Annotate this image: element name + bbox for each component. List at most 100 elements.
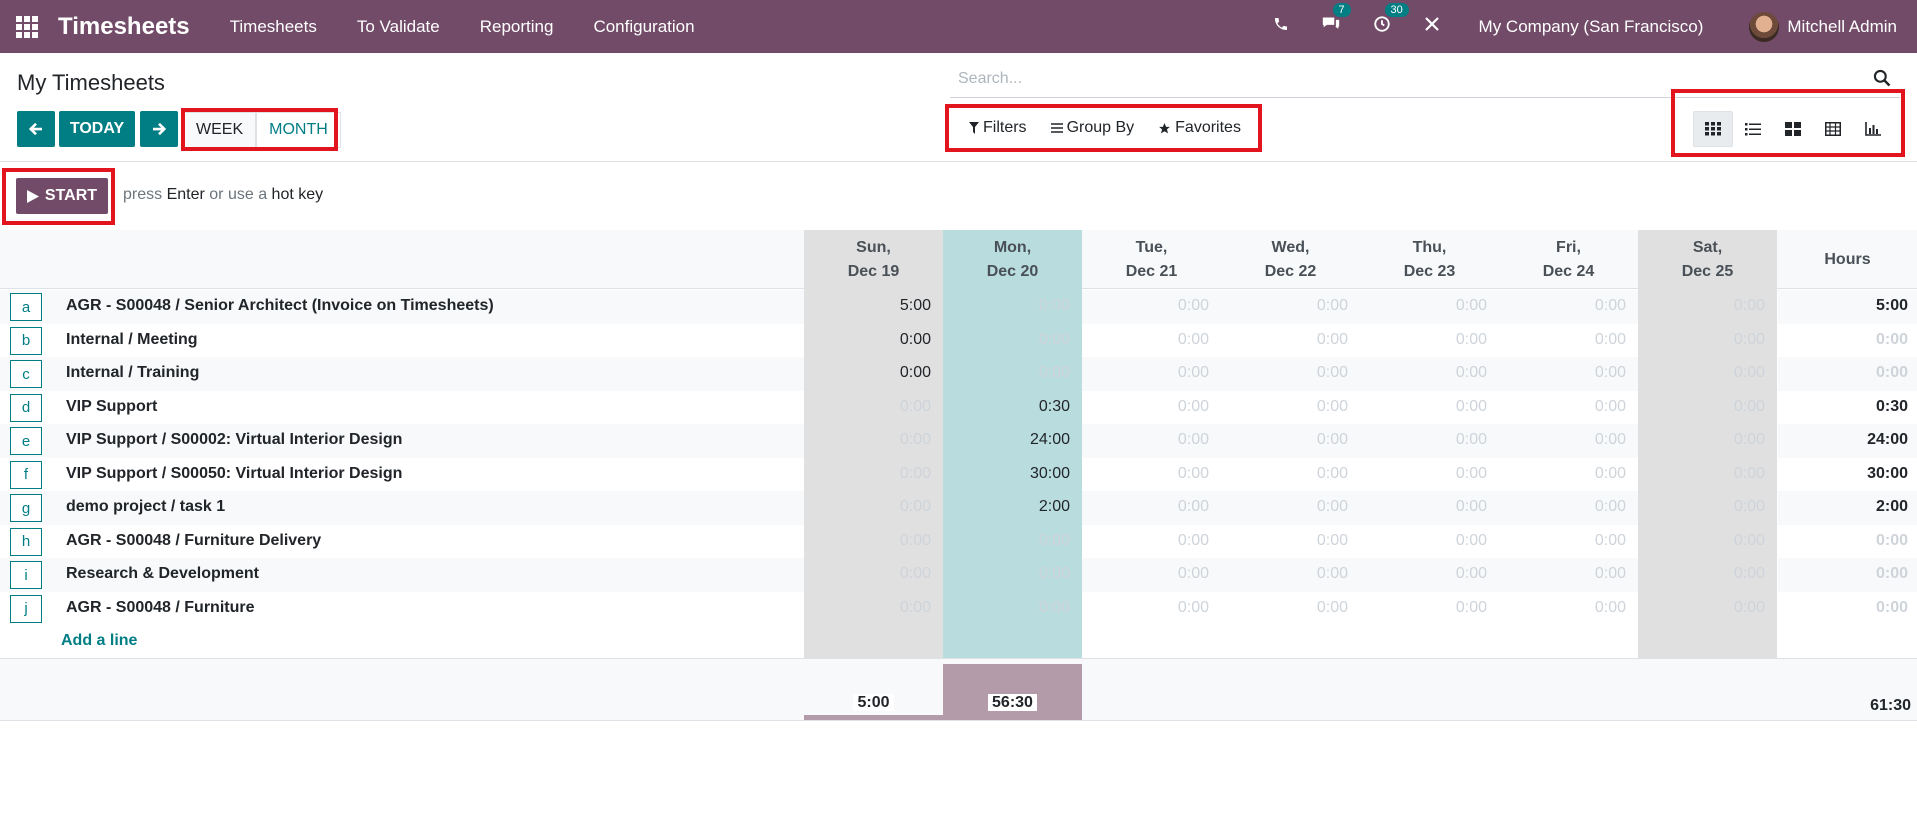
hour-cell[interactable]: 0:00 bbox=[1221, 565, 1348, 583]
hour-cell[interactable]: 0:00 bbox=[804, 532, 931, 550]
hour-cell[interactable]: 0:00 bbox=[943, 331, 1070, 349]
hour-cell[interactable]: 0:00 bbox=[1499, 331, 1626, 349]
hour-cell[interactable]: 0:00 bbox=[1082, 532, 1209, 550]
row-label[interactable]: AGR - S00048 / Furniture Delivery bbox=[66, 532, 321, 550]
hour-cell[interactable]: 0:00 bbox=[1499, 532, 1626, 550]
hour-cell[interactable]: 0:00 bbox=[1082, 297, 1209, 315]
user-avatar[interactable] bbox=[1749, 11, 1780, 42]
menu-reporting[interactable]: Reporting bbox=[460, 17, 574, 37]
hour-cell[interactable]: 0:00 bbox=[804, 364, 931, 382]
hour-cell[interactable]: 0:00 bbox=[1499, 364, 1626, 382]
hour-cell[interactable]: 0:00 bbox=[1221, 431, 1348, 449]
row-hotkey[interactable]: f bbox=[10, 460, 42, 489]
hour-cell[interactable]: 0:00 bbox=[1221, 599, 1348, 617]
menu-to-validate[interactable]: To Validate bbox=[337, 17, 460, 37]
row-hotkey[interactable]: e bbox=[10, 427, 42, 455]
row-hotkey[interactable]: a bbox=[10, 293, 42, 321]
hour-cell[interactable]: 0:00 bbox=[1638, 498, 1765, 516]
hour-cell[interactable]: 0:00 bbox=[1638, 431, 1765, 449]
hour-cell[interactable]: 0:00 bbox=[1360, 398, 1487, 416]
hour-cell[interactable]: 0:00 bbox=[1638, 465, 1765, 483]
add-line-link[interactable]: Add a line bbox=[61, 632, 137, 650]
hour-cell[interactable]: 5:00 bbox=[804, 297, 931, 315]
hour-cell[interactable]: 0:00 bbox=[943, 532, 1070, 550]
row-label[interactable]: Internal / Training bbox=[66, 364, 199, 382]
row-label[interactable]: VIP Support bbox=[66, 398, 157, 416]
hour-cell[interactable]: 0:00 bbox=[1499, 297, 1626, 315]
hour-cell[interactable]: 0:00 bbox=[1360, 565, 1487, 583]
row-hotkey[interactable]: b bbox=[10, 326, 42, 355]
hour-cell[interactable]: 0:00 bbox=[1499, 599, 1626, 617]
today-button[interactable]: TODAY bbox=[59, 111, 135, 147]
hour-cell[interactable]: 0:00 bbox=[1082, 331, 1209, 349]
hour-cell[interactable]: 30:00 bbox=[943, 465, 1070, 483]
hour-cell[interactable]: 0:00 bbox=[1360, 297, 1487, 315]
hour-cell[interactable]: 0:00 bbox=[1499, 398, 1626, 416]
row-label[interactable]: Internal / Meeting bbox=[66, 331, 198, 349]
messages-icon[interactable]: 7 bbox=[1321, 3, 1351, 38]
hour-cell[interactable]: 0:00 bbox=[943, 364, 1070, 382]
hour-cell[interactable]: 0:00 bbox=[1082, 565, 1209, 583]
hour-cell[interactable]: 0:00 bbox=[943, 599, 1070, 617]
hour-cell[interactable]: 0:00 bbox=[804, 565, 931, 583]
hour-cell[interactable]: 0:00 bbox=[1221, 398, 1348, 416]
hour-cell[interactable]: 0:00 bbox=[1499, 565, 1626, 583]
hour-cell[interactable]: 0:00 bbox=[1499, 465, 1626, 483]
hour-cell[interactable]: 0:00 bbox=[1638, 565, 1765, 583]
hour-cell[interactable]: 0:00 bbox=[1499, 498, 1626, 516]
hour-cell[interactable]: 0:00 bbox=[1360, 532, 1487, 550]
hour-cell[interactable]: 0:00 bbox=[1638, 364, 1765, 382]
hour-cell[interactable]: 0:00 bbox=[1360, 599, 1487, 617]
hour-cell[interactable]: 0:00 bbox=[804, 599, 931, 617]
row-hotkey[interactable]: d bbox=[10, 393, 42, 422]
row-label[interactable]: VIP Support / S00002: Virtual Interior D… bbox=[66, 431, 402, 449]
next-button[interactable] bbox=[140, 111, 178, 147]
hour-cell[interactable]: 0:00 bbox=[1082, 465, 1209, 483]
hour-cell[interactable]: 0:00 bbox=[804, 465, 931, 483]
hour-cell[interactable]: 0:00 bbox=[1638, 398, 1765, 416]
company-switcher[interactable]: My Company (San Francisco) bbox=[1479, 17, 1704, 37]
previous-button[interactable] bbox=[17, 111, 55, 147]
menu-configuration[interactable]: Configuration bbox=[573, 17, 714, 37]
hour-cell[interactable]: 0:00 bbox=[1221, 498, 1348, 516]
hour-cell[interactable]: 0:00 bbox=[1360, 364, 1487, 382]
hour-cell[interactable]: 2:00 bbox=[943, 498, 1070, 516]
hour-cell[interactable]: 0:00 bbox=[804, 498, 931, 516]
hour-cell[interactable]: 24:00 bbox=[943, 431, 1070, 449]
row-label[interactable]: VIP Support / S00050: Virtual Interior D… bbox=[66, 465, 402, 483]
hour-cell[interactable]: 0:00 bbox=[1082, 498, 1209, 516]
hour-cell[interactable]: 0:00 bbox=[1082, 364, 1209, 382]
hour-cell[interactable]: 0:00 bbox=[1360, 331, 1487, 349]
menu-timesheets[interactable]: Timesheets bbox=[210, 17, 337, 37]
hour-cell[interactable]: 0:00 bbox=[804, 431, 931, 449]
hour-cell[interactable]: 0:00 bbox=[1360, 431, 1487, 449]
row-hotkey[interactable]: j bbox=[10, 594, 42, 623]
hour-cell[interactable]: 0:30 bbox=[943, 398, 1070, 416]
hour-cell[interactable]: 0:00 bbox=[1221, 364, 1348, 382]
app-brand[interactable]: Timesheets bbox=[58, 13, 190, 41]
hour-cell[interactable]: 0:00 bbox=[1638, 599, 1765, 617]
hour-cell[interactable]: 0:00 bbox=[1082, 431, 1209, 449]
hour-cell[interactable]: 0:00 bbox=[804, 331, 931, 349]
hour-cell[interactable]: 0:00 bbox=[1499, 431, 1626, 449]
row-hotkey[interactable]: g bbox=[10, 494, 42, 522]
hour-cell[interactable]: 0:00 bbox=[1221, 532, 1348, 550]
row-hotkey[interactable]: c bbox=[10, 360, 42, 388]
row-label[interactable]: demo project / task 1 bbox=[66, 498, 225, 516]
row-label[interactable]: AGR - S00048 / Furniture bbox=[66, 599, 255, 617]
activity-clock-icon[interactable]: 30 bbox=[1373, 3, 1409, 38]
hour-cell[interactable]: 0:00 bbox=[1638, 532, 1765, 550]
tools-icon[interactable] bbox=[1423, 15, 1441, 38]
user-menu[interactable]: Mitchell Admin bbox=[1787, 17, 1897, 37]
hour-cell[interactable]: 0:00 bbox=[943, 565, 1070, 583]
row-hotkey[interactable]: i bbox=[10, 561, 42, 589]
hour-cell[interactable]: 0:00 bbox=[1221, 465, 1348, 483]
hour-cell[interactable]: 0:00 bbox=[804, 398, 931, 416]
hour-cell[interactable]: 0:00 bbox=[1638, 297, 1765, 315]
row-label[interactable]: Research & Development bbox=[66, 565, 259, 583]
hour-cell[interactable]: 0:00 bbox=[1638, 331, 1765, 349]
hour-cell[interactable]: 0:00 bbox=[1221, 297, 1348, 315]
hour-cell[interactable]: 0:00 bbox=[1360, 465, 1487, 483]
hour-cell[interactable]: 0:00 bbox=[943, 297, 1070, 315]
search-icon[interactable] bbox=[1872, 68, 1892, 88]
